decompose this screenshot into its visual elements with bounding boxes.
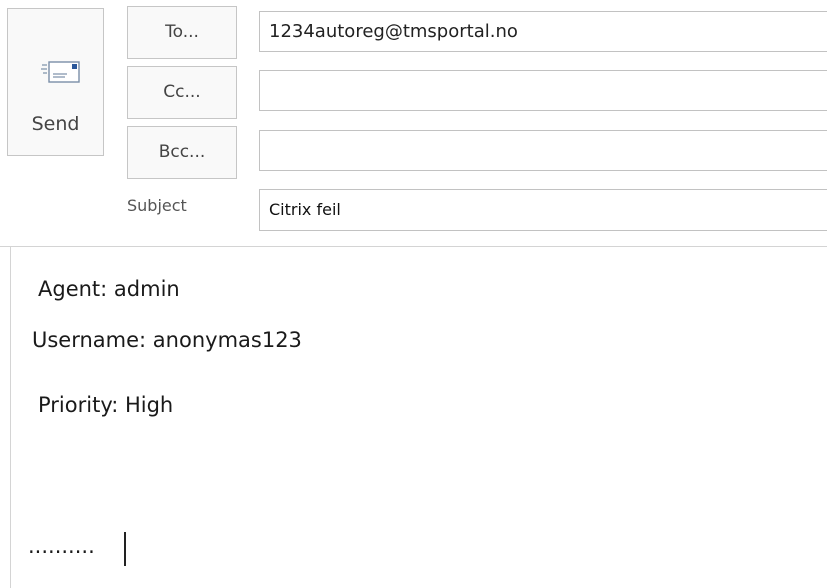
subject-field[interactable]: Citrix feil	[259, 189, 827, 231]
compose-header: Send To... Cc... Bcc... 1234autoreg@tmsp…	[0, 0, 827, 240]
send-button[interactable]: Send	[7, 8, 104, 156]
body-line-priority: Priority: High	[38, 393, 174, 417]
send-envelope-icon	[41, 61, 80, 83]
to-button[interactable]: To...	[127, 6, 237, 59]
subject-label: Subject	[127, 196, 187, 215]
to-field[interactable]: 1234autoreg@tmsportal.no	[259, 11, 827, 52]
body-line-username: Username: anonymas123	[32, 328, 302, 352]
bcc-field[interactable]	[259, 130, 827, 171]
cc-button[interactable]: Cc...	[127, 66, 237, 119]
body-line-agent: Agent: admin	[38, 277, 180, 301]
message-body[interactable]: Agent: admin Username: anonymas123 Prior…	[10, 247, 827, 588]
bcc-button[interactable]: Bcc...	[127, 126, 237, 179]
body-line-trailing-dots: ..........	[28, 534, 95, 558]
mail-compose-window: Send To... Cc... Bcc... 1234autoreg@tmsp…	[0, 0, 827, 588]
cc-field[interactable]	[259, 70, 827, 111]
text-cursor	[124, 532, 126, 566]
send-button-label: Send	[31, 113, 80, 135]
